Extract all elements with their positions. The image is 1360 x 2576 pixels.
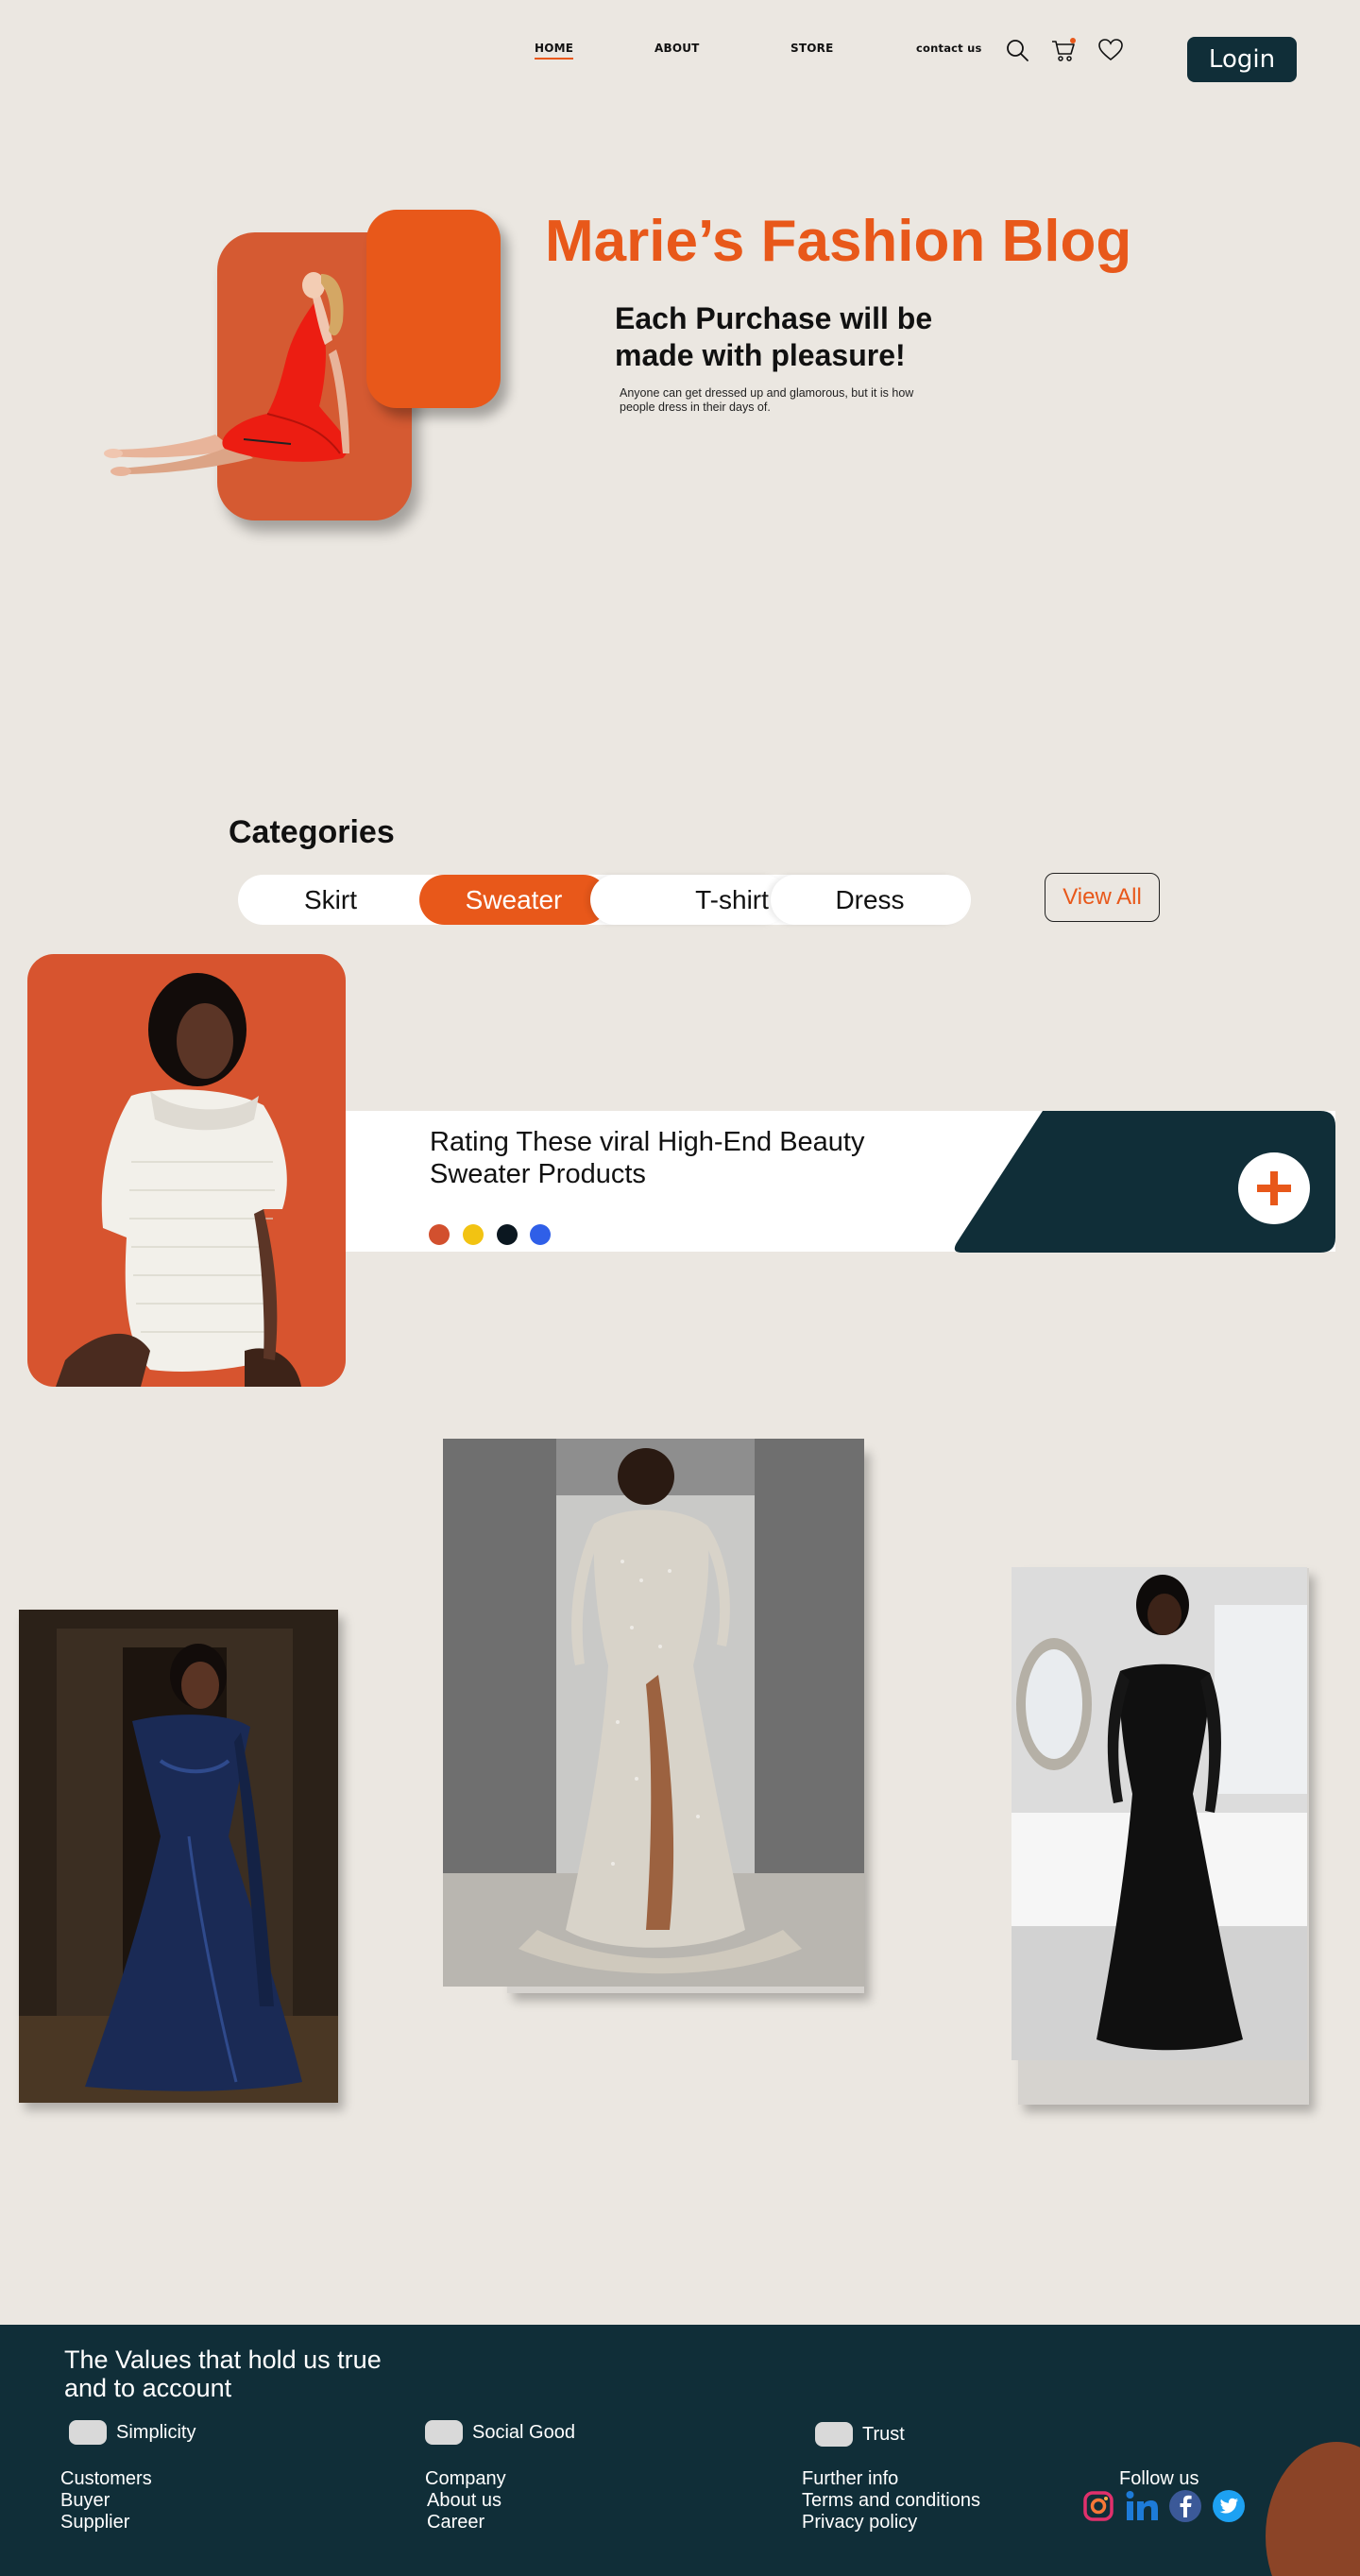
value-toggle[interactable] — [815, 2422, 853, 2447]
category-tshirt[interactable]: T-shirt — [590, 875, 789, 925]
footer-link-buyer[interactable]: Buyer — [60, 2490, 152, 2512]
value-toggle[interactable] — [69, 2420, 107, 2445]
hero-title: Marie’s Fashion Blog — [545, 209, 1132, 274]
add-button[interactable] — [1238, 1152, 1310, 1224]
linkedin-icon[interactable] — [1124, 2488, 1160, 2524]
footer-link-privacy[interactable]: Privacy policy — [802, 2512, 980, 2533]
value-label: Simplicity — [116, 2421, 196, 2443]
footer-heading: The Values that hold us true and to acco… — [64, 2346, 382, 2402]
color-swatch-orange[interactable] — [429, 1224, 450, 1245]
nav-about[interactable]: ABOUT — [654, 42, 700, 55]
follow-us-label: Follow us — [1119, 2468, 1199, 2489]
twitter-icon[interactable] — [1211, 2488, 1247, 2524]
search-icon[interactable] — [1004, 36, 1032, 64]
category-skirt[interactable]: Skirt — [269, 875, 392, 925]
footer-link-company[interactable]: Company — [425, 2468, 506, 2490]
footer-link-further-info[interactable]: Further info — [802, 2468, 980, 2490]
hero-subtitle: Each Purchase will be made with pleasure… — [615, 301, 933, 372]
color-swatch-blue[interactable] — [530, 1224, 551, 1245]
cart-icon[interactable] — [1049, 36, 1078, 64]
site-footer: The Values that hold us true and to acco… — [0, 2325, 1360, 2576]
value-toggle[interactable] — [425, 2420, 463, 2445]
footer-column-customers: Customers Buyer Supplier — [60, 2468, 152, 2533]
footer-link-customers[interactable]: Customers — [60, 2468, 152, 2490]
nav-store[interactable]: STORE — [790, 42, 833, 55]
footer-link-career[interactable]: Career — [425, 2512, 506, 2533]
featured-title[interactable]: Rating These viral High-End Beauty Sweat… — [430, 1126, 883, 1190]
facebook-icon[interactable] — [1167, 2488, 1203, 2524]
login-button[interactable]: Login — [1187, 37, 1297, 82]
color-swatch-yellow[interactable] — [463, 1224, 484, 1245]
decorative-blob — [1266, 2442, 1360, 2576]
hero-model-image — [104, 272, 349, 476]
footer-link-supplier[interactable]: Supplier — [60, 2512, 152, 2533]
hero-description: Anyone can get dressed up and glamorous,… — [620, 386, 914, 414]
footer-link-terms[interactable]: Terms and conditions — [802, 2490, 980, 2512]
featured-sweater-photo — [27, 954, 346, 1387]
heart-icon[interactable] — [1096, 36, 1125, 64]
footer-column-info: Further info Terms and conditions Privac… — [802, 2468, 980, 2533]
view-all-button[interactable]: View All — [1045, 873, 1160, 922]
nav-contact[interactable]: contact us — [916, 42, 982, 55]
plus-icon — [1257, 1171, 1291, 1205]
color-swatch-black[interactable] — [497, 1224, 518, 1245]
value-label: Trust — [862, 2423, 905, 2445]
instagram-icon[interactable] — [1080, 2488, 1116, 2524]
value-social-good: Social Good — [425, 2420, 575, 2445]
silver-gown-photo[interactable] — [443, 1439, 864, 1987]
value-trust: Trust — [815, 2422, 905, 2447]
category-dress[interactable]: Dress — [771, 875, 969, 925]
navy-gown-photo[interactable] — [19, 1610, 338, 2103]
footer-column-company: Company About us Career — [425, 2468, 506, 2533]
category-sweater[interactable]: Sweater — [419, 875, 608, 925]
footer-link-about[interactable]: About us — [425, 2490, 506, 2512]
black-gown-photo[interactable] — [1012, 1567, 1307, 2060]
value-label: Social Good — [472, 2421, 575, 2443]
nav-home[interactable]: HOME — [535, 42, 574, 60]
value-simplicity: Simplicity — [69, 2420, 196, 2445]
categories-title: Categories — [229, 814, 395, 850]
